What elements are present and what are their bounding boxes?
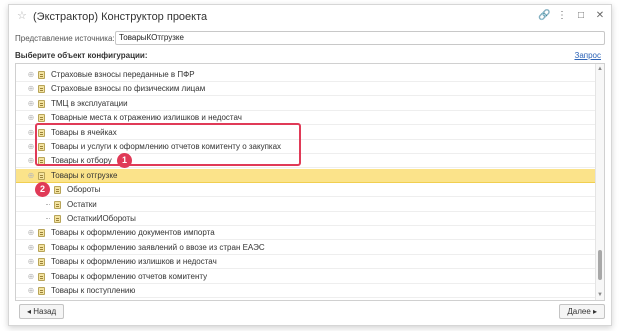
- expand-icon[interactable]: ⊕: [27, 157, 35, 165]
- favorite-star-icon[interactable]: ☆: [17, 11, 27, 22]
- tree-child-row[interactable]: Остатки: [16, 198, 596, 212]
- source-input[interactable]: ТоварыКОтгрузке: [115, 31, 605, 45]
- register-icon: [38, 272, 45, 281]
- configuration-tree[interactable]: ⊕Товары на складах⊕Товары к поступлению⊕…: [15, 63, 605, 301]
- window-title: (Экстрактор) Конструктор проекта: [33, 11, 208, 23]
- tree-row-label: Товары к оформлению излишков и недостач: [51, 257, 217, 267]
- tree-row-label: Страховые взносы по физическим лицам: [51, 84, 206, 94]
- close-icon[interactable]: ✕: [595, 10, 605, 22]
- scroll-down-icon[interactable]: ▼: [597, 292, 603, 298]
- choose-object-label: Выберите объект конфигурации:: [15, 51, 148, 60]
- register-icon: [54, 200, 61, 209]
- scroll-up-icon[interactable]: ▲: [597, 66, 603, 72]
- tree-row-label: Товары на складах: [51, 300, 122, 301]
- tree-row[interactable]: ⊕ Страховые взносы переданные в ПФР: [16, 68, 596, 82]
- footer: ◂ Назад Далее ▸: [15, 304, 607, 322]
- tree-row-label: Товары к поступлению: [51, 286, 136, 295]
- tree-row-label: Товарные места к отражению излишков и не…: [51, 113, 242, 123]
- register-icon: [38, 258, 45, 267]
- tree-row[interactable]: ⊕ Товары к оформлению отчетов комитенту: [16, 270, 596, 284]
- tree-row[interactable]: ⊕Товары на складах: [16, 298, 596, 301]
- tree-connector: [46, 218, 50, 219]
- source-row: Представление источника: ТоварыКОтгрузке: [15, 31, 605, 47]
- expand-icon[interactable]: ⊕: [27, 258, 35, 266]
- project-constructor-window: ☆ (Экстрактор) Конструктор проекта 🔗 ⋮ □…: [8, 4, 612, 326]
- register-icon: [38, 85, 45, 94]
- register-icon: [38, 287, 45, 295]
- tree-child-row[interactable]: Обороты: [16, 183, 596, 198]
- tree-row-label: ОстаткиИОбороты: [67, 214, 136, 223]
- expand-icon[interactable]: ⊕: [27, 171, 35, 180]
- tree-row[interactable]: ⊕ Товары к оформлению излишков и недостач: [16, 255, 596, 270]
- tree-row-label: Товары к оформлению отчетов комитенту: [51, 271, 208, 281]
- expand-icon[interactable]: ⊕: [27, 71, 35, 79]
- query-link[interactable]: Запрос: [574, 51, 601, 60]
- tree-row[interactable]: ⊕ Товары к оформлению заявлений о ввозе и…: [16, 241, 596, 255]
- expand-icon[interactable]: ⊕: [27, 287, 35, 295]
- title-bar-controls: 🔗 ⋮ □ ✕: [538, 10, 605, 22]
- tree-row[interactable]: ⊕ ТМЦ в эксплуатации: [16, 97, 596, 111]
- tree-scrollbar[interactable]: ▲ ▼: [595, 64, 604, 300]
- annotation-badge-1: 1: [117, 153, 132, 168]
- tree-connector: [46, 203, 50, 205]
- expand-icon[interactable]: ⊕: [27, 272, 35, 281]
- register-icon: [38, 71, 45, 79]
- expand-icon[interactable]: ⊕: [27, 229, 35, 237]
- tree-row-label: Обороты: [67, 185, 101, 195]
- more-menu-icon[interactable]: ⋮: [557, 10, 567, 22]
- source-label: Представление источника:: [15, 34, 115, 43]
- annotation-box: [35, 123, 301, 166]
- expand-icon[interactable]: ⊕: [27, 143, 35, 151]
- expand-icon[interactable]: ⊕: [27, 85, 35, 93]
- register-icon: [38, 171, 45, 180]
- register-icon: [38, 99, 45, 108]
- next-button[interactable]: Далее ▸: [559, 304, 605, 319]
- tree-row[interactable]: ⊕ Товары к поступлению: [16, 284, 596, 298]
- tree-child-row[interactable]: ОстаткиИОбороты: [16, 212, 596, 226]
- tree-row-label: Товары к оформлению заявлений о ввозе из…: [51, 242, 265, 252]
- expand-icon[interactable]: ⊕: [27, 243, 35, 252]
- link-icon[interactable]: 🔗: [538, 10, 550, 22]
- tree-row-label: Товары к отгрузке: [51, 170, 118, 180]
- register-icon: [54, 186, 61, 195]
- tree-row-label: Страховые взносы переданные в ПФР: [51, 70, 195, 79]
- register-icon: [38, 114, 45, 123]
- maximize-icon[interactable]: □: [576, 10, 586, 22]
- tree-row[interactable]: ⊕ Страховые взносы по физическим лицам: [16, 82, 596, 97]
- annotation-badge-2: 2: [35, 182, 50, 197]
- tree-row[interactable]: ⊕ Товары к оформлению документов импорта: [16, 226, 596, 241]
- tree-row-label: ТМЦ в эксплуатации: [51, 98, 128, 108]
- tree-row[interactable]: ⊕ Товары к отгрузке: [16, 168, 596, 183]
- expand-icon[interactable]: ⊕: [27, 128, 35, 137]
- expand-icon[interactable]: ⊕: [27, 114, 35, 122]
- tree-row-label: Остатки: [67, 199, 97, 209]
- back-button[interactable]: ◂ Назад: [19, 304, 65, 319]
- register-icon: [38, 243, 45, 252]
- scrollbar-thumb[interactable]: [598, 250, 602, 280]
- register-icon: [38, 229, 45, 238]
- expand-icon[interactable]: ⊕: [27, 99, 35, 108]
- title-bar: ☆ (Экстрактор) Конструктор проекта 🔗 ⋮ □…: [9, 5, 611, 29]
- register-icon: [54, 215, 61, 223]
- tree-row-label: Товары к оформлению документов импорта: [51, 228, 215, 238]
